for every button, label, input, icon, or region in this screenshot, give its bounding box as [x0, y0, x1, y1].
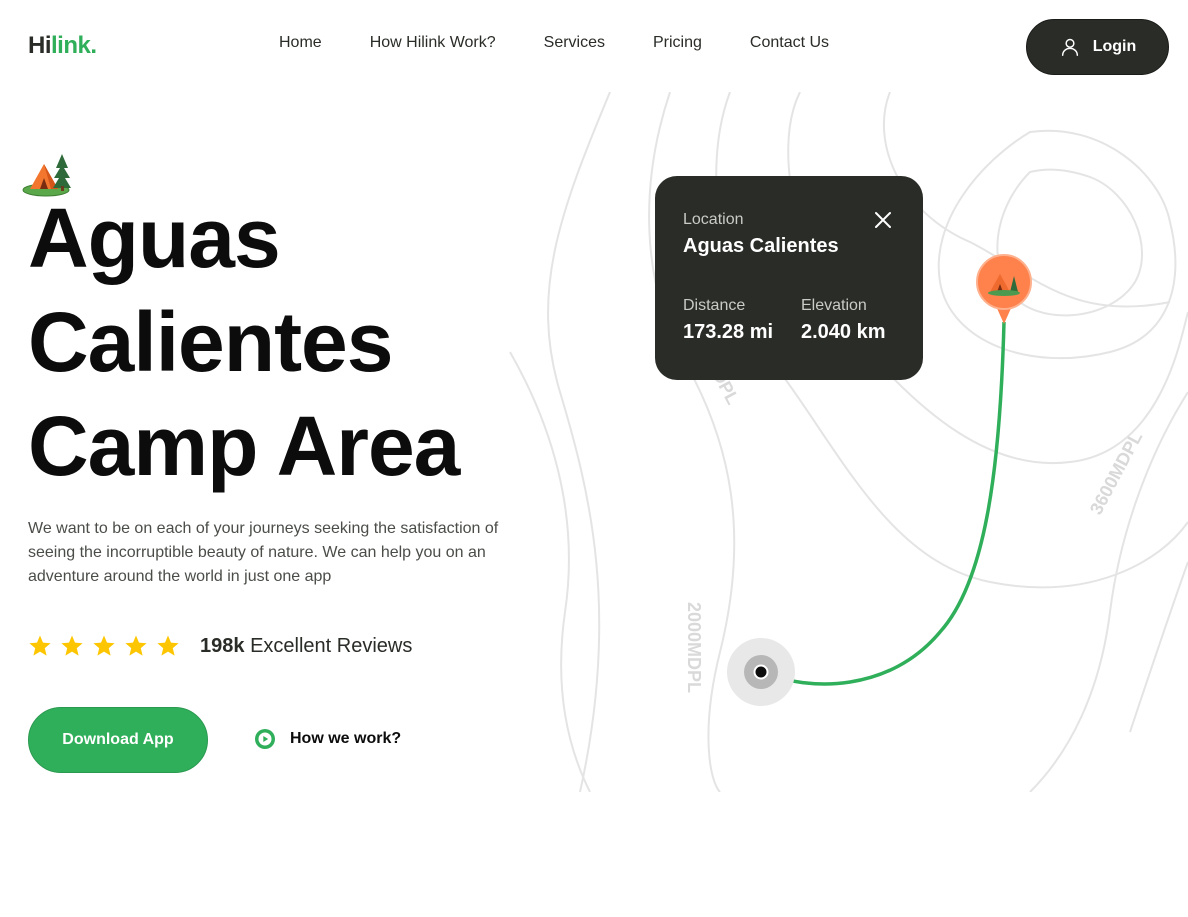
- header: Hilink. Home How Hilink Work? Services P…: [0, 0, 1188, 92]
- how-we-work-label: How we work?: [290, 730, 402, 747]
- rating-row: 198k Excellent Reviews: [28, 634, 412, 658]
- star-icon: [93, 635, 115, 656]
- close-icon[interactable]: [873, 210, 893, 230]
- location-value: Aguas Calientes: [683, 235, 839, 257]
- nav-item-how-it-works[interactable]: How Hilink Work?: [370, 34, 496, 52]
- how-we-work-button[interactable]: How we work?: [254, 728, 401, 750]
- contour-label-2000: 2000MDPL: [684, 602, 704, 693]
- nav-item-services[interactable]: Services: [544, 34, 605, 52]
- star-icon: [125, 635, 147, 656]
- logo[interactable]: Hilink.: [28, 32, 97, 60]
- star-rating: [28, 634, 180, 658]
- download-app-label: Download App: [62, 731, 174, 748]
- review-label: Excellent Reviews: [250, 634, 413, 657]
- download-app-button[interactable]: Download App: [28, 707, 208, 773]
- distance-label: Distance: [683, 297, 746, 314]
- user-icon: [1061, 38, 1078, 56]
- destination-pin-marker[interactable]: [976, 254, 1032, 324]
- elevation-label: Elevation: [801, 297, 867, 314]
- nav-item-pricing[interactable]: Pricing: [653, 34, 702, 52]
- location-label: Location: [683, 211, 744, 228]
- location-info-card: Location Aguas Calientes Distance 173.28…: [655, 176, 923, 380]
- contour-label-3600: 3600MDPL: [1086, 428, 1146, 518]
- main-nav: Home How Hilink Work? Services Pricing C…: [279, 34, 877, 52]
- hero-description: We want to be on each of your journeys s…: [28, 520, 499, 585]
- review-count: 198k: [200, 634, 245, 657]
- distance-value: 173.28 mi: [683, 321, 774, 343]
- star-icon: [157, 635, 179, 656]
- logo-prefix: Hi: [28, 32, 52, 59]
- login-label: Login: [1092, 38, 1137, 55]
- hero-title-line-3: Camp Area: [28, 399, 460, 493]
- hero-title-line-2: Calientes: [28, 295, 394, 389]
- play-icon: [255, 729, 275, 749]
- nav-item-contact[interactable]: Contact Us: [750, 34, 829, 52]
- hero-title: Aguas Calientes Camp Area: [28, 186, 588, 498]
- login-button[interactable]: Login: [1026, 19, 1169, 75]
- start-point-marker[interactable]: [727, 638, 795, 706]
- nav-item-home[interactable]: Home: [279, 34, 322, 52]
- logo-suffix: link.: [51, 32, 97, 59]
- star-icon: [29, 635, 51, 656]
- rating-text: 198k Excellent Reviews: [200, 635, 412, 658]
- hero-title-line-1: Aguas: [28, 191, 281, 285]
- star-icon: [61, 635, 83, 656]
- elevation-value: 2.040 km: [801, 321, 886, 343]
